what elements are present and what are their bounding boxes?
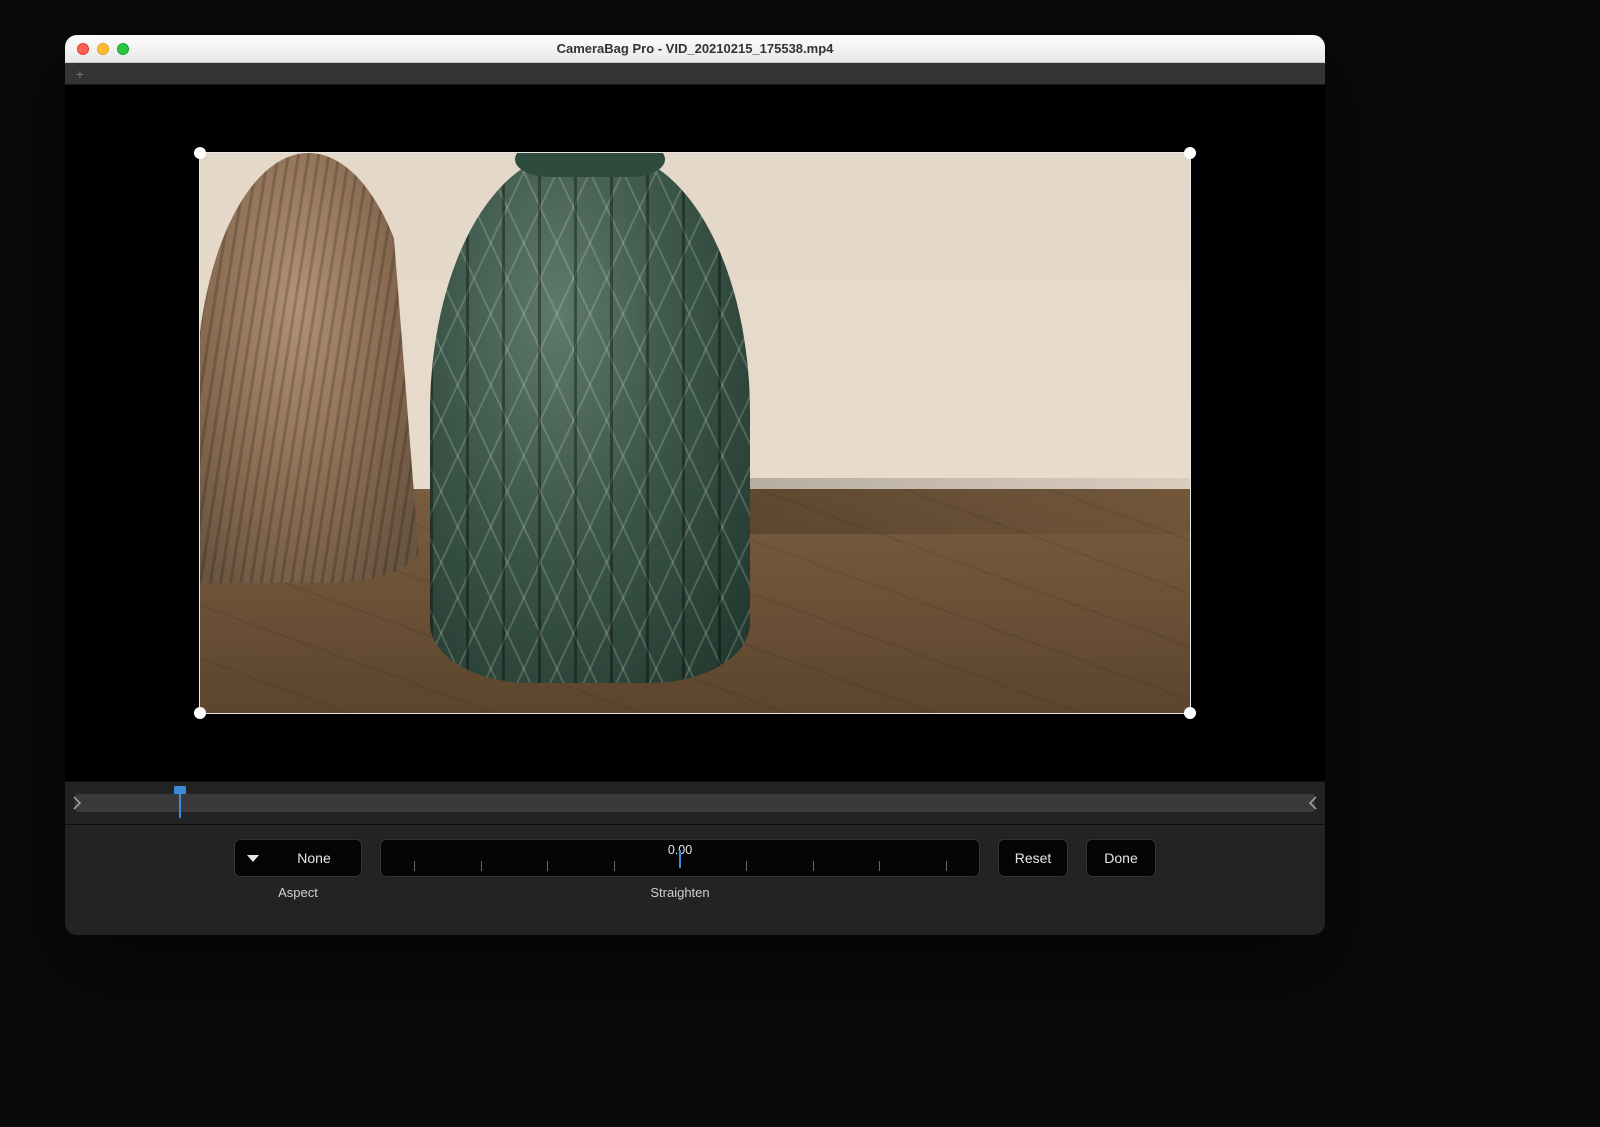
straighten-center-marker	[679, 850, 681, 868]
aspect-selected-value: None	[279, 850, 349, 866]
straighten-ticks	[381, 857, 979, 871]
reset-button[interactable]: Reset	[998, 839, 1068, 877]
titlebar: CameraBag Pro - VID_20210215_175538.mp4	[65, 35, 1325, 63]
chevron-down-icon	[247, 855, 259, 862]
timeline[interactable]	[65, 781, 1325, 825]
close-window-button[interactable]	[77, 43, 89, 55]
crop-handle-top-right[interactable]	[1184, 147, 1196, 159]
reset-col: Reset	[998, 839, 1068, 877]
plus-icon[interactable]: +	[73, 67, 87, 81]
timeline-track[interactable]	[75, 794, 1315, 812]
preview-area	[65, 85, 1325, 781]
chevron-right-icon[interactable]	[71, 790, 83, 816]
crop-handle-bottom-left[interactable]	[194, 707, 206, 719]
straighten-slider[interactable]: 0.00	[380, 839, 980, 877]
traffic-lights	[77, 43, 129, 55]
crop-handle-top-left[interactable]	[194, 147, 206, 159]
video-frame	[200, 153, 1190, 713]
done-button[interactable]: Done	[1086, 839, 1156, 877]
crop-controls: None Aspect 0.00	[65, 825, 1325, 935]
minimize-window-button[interactable]	[97, 43, 109, 55]
straighten-control: 0.00 Straighten	[380, 839, 980, 900]
fullscreen-window-button[interactable]	[117, 43, 129, 55]
timeline-playhead[interactable]	[174, 786, 186, 816]
crop-handle-bottom-right[interactable]	[1184, 707, 1196, 719]
window-title: CameraBag Pro - VID_20210215_175538.mp4	[65, 41, 1325, 56]
done-col: Done	[1086, 839, 1156, 877]
crop-frame[interactable]	[200, 153, 1190, 713]
straighten-label: Straighten	[650, 885, 709, 900]
aspect-label: Aspect	[278, 885, 318, 900]
chevron-left-icon[interactable]	[1307, 790, 1319, 816]
tabstrip: +	[65, 63, 1325, 85]
aspect-control: None Aspect	[234, 839, 362, 900]
app-window: CameraBag Pro - VID_20210215_175538.mp4 …	[65, 35, 1325, 935]
aspect-dropdown[interactable]: None	[234, 839, 362, 877]
